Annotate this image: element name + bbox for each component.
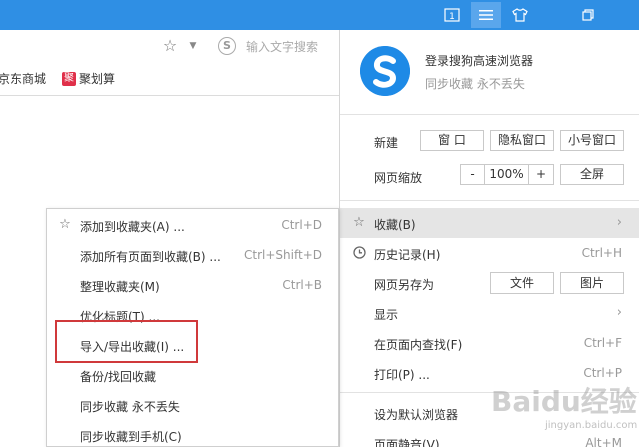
watermark-url: jingyan.baidu.com: [545, 420, 638, 431]
shortcut-label: Ctrl+H: [581, 246, 622, 260]
fullscreen-button[interactable]: 全屏: [560, 164, 624, 185]
submenu-item-label: 备份/找回收藏: [80, 370, 157, 384]
favorites-submenu: ☆ 添加到收藏夹(A) ... Ctrl+D 添加所有页面到收藏(B) ... …: [46, 208, 339, 447]
zoom-control: - 100% +: [460, 164, 554, 185]
search-placeholder: 输入文字搜索: [246, 40, 319, 54]
star-icon: ☆: [59, 217, 71, 232]
sogou-logo-icon: [360, 46, 410, 96]
tshirt-icon: [512, 8, 528, 22]
zoom-in-button[interactable]: +: [529, 165, 553, 184]
submenu-item-sync[interactable]: 同步收藏 永不丢失: [47, 390, 338, 420]
star-icon: ☆: [353, 215, 365, 230]
browser-toolbar: ☆ ▼ S 输入文字搜索: [0, 30, 339, 62]
baidu-watermark: Baidu经验 jingyan.baidu.com: [485, 368, 639, 447]
submenu-item-sync-phone[interactable]: 同步收藏到手机(C): [47, 420, 338, 447]
shortcut-label: Ctrl+Shift+D: [244, 248, 322, 262]
private-window-button[interactable]: 隐私窗口: [490, 130, 554, 151]
menu-item-label: 页面静音(V): [374, 438, 440, 447]
clock-icon: [352, 246, 366, 260]
zoom-label: 网页缩放: [374, 171, 423, 185]
submenu-item-label: 同步收藏到手机(C): [80, 430, 182, 444]
svg-text:1: 1: [449, 12, 455, 22]
submenu-item-backup[interactable]: 备份/找回收藏: [47, 360, 338, 390]
menu-item-label: 收藏(B): [374, 218, 416, 232]
menu-item-label: 网页另存为: [374, 278, 435, 292]
menu-item-label: 设为默认浏览器: [374, 408, 459, 422]
shortcut-label: Ctrl+D: [281, 218, 322, 232]
page-counter-button[interactable]: 1: [437, 2, 467, 28]
shortcut-label: Ctrl+B: [282, 278, 322, 292]
page-counter-icon: 1: [444, 8, 460, 22]
save-image-button[interactable]: 图片: [560, 272, 624, 294]
restore-icon: [582, 9, 594, 21]
shortcut-label: Ctrl+F: [583, 336, 622, 350]
small-window-button[interactable]: 小号窗口: [560, 130, 624, 151]
restore-window-button[interactable]: [573, 2, 603, 28]
submenu-item-label: 同步收藏 永不丢失: [80, 400, 180, 414]
highlight-annotation-box: [55, 320, 198, 363]
menu-item-label: 显示: [374, 308, 399, 322]
skin-button[interactable]: [505, 2, 535, 28]
save-file-button[interactable]: 文件: [490, 272, 554, 294]
menu-item-display[interactable]: 显示 ›: [340, 298, 639, 328]
new-label: 新建: [374, 136, 399, 150]
bookmark-label: 京东商城: [0, 72, 47, 86]
chevron-right-icon: ›: [616, 215, 622, 230]
menu-item-label: 打印(P) ...: [374, 368, 430, 382]
bookmarks-bar: 京东商城 聚 聚划算: [0, 62, 339, 96]
submenu-item-label: 添加所有页面到收藏(B) ...: [80, 250, 221, 264]
chevron-down-icon[interactable]: ▼: [186, 36, 200, 56]
zoom-value: 100%: [485, 165, 529, 184]
submenu-item-label: 添加到收藏夹(A) ...: [80, 220, 185, 234]
divider: [340, 114, 639, 115]
watermark-text: Baidu经验: [491, 385, 637, 418]
juhuasuan-icon: 聚: [62, 71, 76, 86]
title-bar: 1: [0, 0, 639, 30]
profile-subtitle: 同步收藏 永不丢失: [425, 77, 525, 91]
menu-item-find[interactable]: 在页面内查找(F) Ctrl+F: [340, 328, 639, 358]
submenu-item-add-favorite[interactable]: ☆ 添加到收藏夹(A) ... Ctrl+D: [47, 210, 338, 240]
bookmark-label: 聚划算: [79, 72, 116, 86]
submenu-item-organize[interactable]: 整理收藏夹(M) Ctrl+B: [47, 270, 338, 300]
menu-item-favorites[interactable]: ☆ 收藏(B) ›: [340, 208, 639, 238]
bookmark-star-icon[interactable]: ☆: [160, 36, 180, 56]
zoom-out-button[interactable]: -: [461, 165, 485, 184]
menu-item-label: 在页面内查找(F): [374, 338, 463, 352]
menu-item-history[interactable]: 历史记录(H) Ctrl+H: [340, 238, 639, 268]
divider: [340, 200, 639, 201]
hamburger-menu-icon: [479, 10, 493, 20]
bookmark-jd[interactable]: 京东商城: [0, 70, 46, 87]
new-window-button[interactable]: 窗 口: [420, 130, 484, 151]
search-input[interactable]: S 输入文字搜索: [210, 34, 339, 58]
sogou-search-icon: S: [218, 37, 236, 55]
profile-section[interactable]: 登录搜狗高速浏览器 同步收藏 永不丢失: [340, 30, 639, 110]
chevron-right-icon: ›: [616, 305, 622, 320]
submenu-item-label: 整理收藏夹(M): [80, 280, 160, 294]
bookmark-juhuasuan[interactable]: 聚 聚划算: [62, 70, 115, 87]
profile-title[interactable]: 登录搜狗高速浏览器: [425, 52, 533, 69]
submenu-item-add-all[interactable]: 添加所有页面到收藏(B) ... Ctrl+Shift+D: [47, 240, 338, 270]
main-menu-button[interactable]: [471, 2, 501, 28]
menu-item-label: 历史记录(H): [374, 248, 441, 262]
menu-item-save-as: 网页另存为 文件 图片: [340, 268, 639, 298]
